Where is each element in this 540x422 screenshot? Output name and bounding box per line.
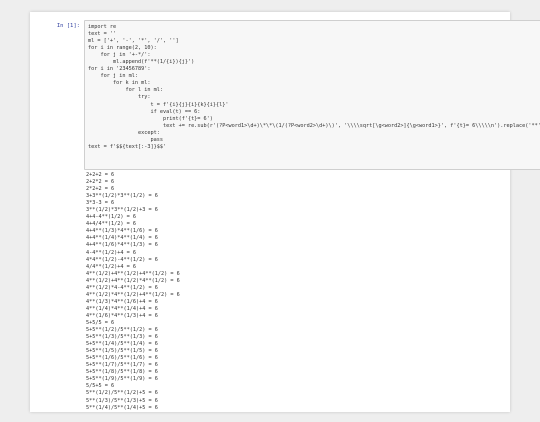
output-line: 4**(1/2)+4**(1/2)*4**(1/2) = 6	[86, 277, 180, 284]
output-line: 5+5**(1/8)/5**(1/8) = 6	[86, 369, 158, 376]
code-line: t = f'{i}{j}{i}{k}{i}{l}'	[88, 101, 229, 108]
output-line: 4+4**(1/6)*4**(1/3) = 6	[86, 242, 158, 249]
code-line: for i in range(2, 10):	[88, 45, 157, 52]
code-line: for i in '23456789':	[88, 66, 151, 73]
output-line: 5+5/5 = 6	[86, 319, 115, 326]
output-line: 4**(1/6)*4**(1/3)+4 = 6	[86, 312, 158, 319]
output-line: 5+5**(1/2)/5**(1/2) = 6	[86, 327, 158, 334]
code-line: text = f'$${text[:-3]}$$'	[88, 143, 167, 150]
code-text[interactable]: import re text = '' ml = ['+', '-', '*', '…	[85, 21, 540, 154]
output-line: 4+4**(1/3)*4**(1/6) = 6	[86, 228, 158, 235]
code-line: print(f'{t}= 6')	[88, 115, 213, 122]
output-line: 2+2*2 = 6	[86, 179, 115, 186]
output-line: 3**(1/2)*3**(1/2)+3 = 6	[86, 207, 158, 214]
code-input-area[interactable]: import re text = '' ml = ['+', '-', '*', '…	[84, 20, 540, 170]
output-line: 4**(1/2)*4**(1/2)+4**(1/2) = 6	[86, 291, 180, 298]
output-line: 5+5**(1/3)/5**(1/3) = 6	[86, 334, 158, 341]
output-line: 2+2+2 = 6	[86, 172, 115, 178]
output-line: 5**(1/3)/5**(1/3)+5 = 6	[86, 397, 158, 404]
output-line: 4+4**(1/4)*4**(1/4) = 6	[86, 235, 158, 242]
code-line: text = ''	[88, 31, 117, 38]
code-line: for j in '+-*/':	[88, 52, 151, 59]
output-line: 4**(1/2)*4-4**(1/2) = 6	[86, 284, 158, 291]
output-line: 4**(1/3)*4**(1/6)+4 = 6	[86, 298, 158, 305]
notebook-sheet: In [1]: import re text = '' ml = ['+', '-'…	[30, 12, 540, 412]
output-line: 3+3**(1/2)*3**(1/2) = 6	[86, 193, 158, 200]
code-line: pass	[88, 136, 163, 143]
input-prompt: In [1]:	[56, 23, 80, 29]
output-line: 4+4/4**(1/2) = 6	[86, 221, 136, 228]
output-line: 2*2+2 = 6	[86, 186, 115, 193]
output-line: 4-4**(1/2)+4 = 6	[86, 249, 136, 256]
output-line: 5+5**(1/6)/5**(1/6) = 6	[86, 355, 158, 362]
code-line: except:	[88, 129, 160, 136]
code-line: try:	[88, 94, 151, 101]
output-line: 4**(1/2)+4**(1/2)+4**(1/2) = 6	[86, 270, 180, 277]
code-line: for j in ml:	[88, 73, 138, 80]
cell-output-area: 2+2+2 = 6 2+2*2 = 6 2*2+2 = 6 3+3**(1/2)…	[86, 172, 506, 422]
output-line: 4/4**(1/2)+4 = 6	[86, 263, 136, 270]
code-line: text += re.sub(r'(?P<word1>\d+)\*\*\(1/(…	[162, 122, 540, 129]
output-line: 4+4-4**(1/2) = 6	[86, 214, 136, 221]
output-line: 4**(1/4)*4**(1/4)+4 = 6	[86, 305, 158, 312]
code-line: ml = ['+', '-', '*', '/', '']	[88, 38, 179, 45]
output-line: 5+5**(1/7)/5**(1/7) = 6	[86, 362, 158, 369]
code-line: for l in ml:	[88, 87, 163, 94]
code-line: ml.append(f'**(1/{i}){j}')	[88, 59, 195, 66]
output-line: 5**(1/2)/5**(1/2)+5 = 6	[86, 390, 158, 397]
output-line: 5+5**(1/4)/5**(1/4) = 6	[86, 341, 158, 348]
output-line: 4*4**(1/2)-4**(1/2) = 6	[86, 256, 158, 263]
output-line: 3*3-3 = 6	[86, 200, 115, 207]
output-line: 5**(1/4)/5**(1/4)+5 = 6	[86, 404, 158, 411]
code-line: for k in ml:	[88, 80, 151, 87]
output-line: 5+5**(1/5)/5**(1/5) = 6	[86, 348, 158, 355]
code-line: import re	[88, 24, 117, 30]
code-line: if eval(t) == 6:	[88, 108, 201, 115]
output-line: 5/5+5 = 6	[86, 383, 115, 390]
output-line: 5+5**(1/9)/5**(1/9) = 6	[86, 376, 158, 383]
